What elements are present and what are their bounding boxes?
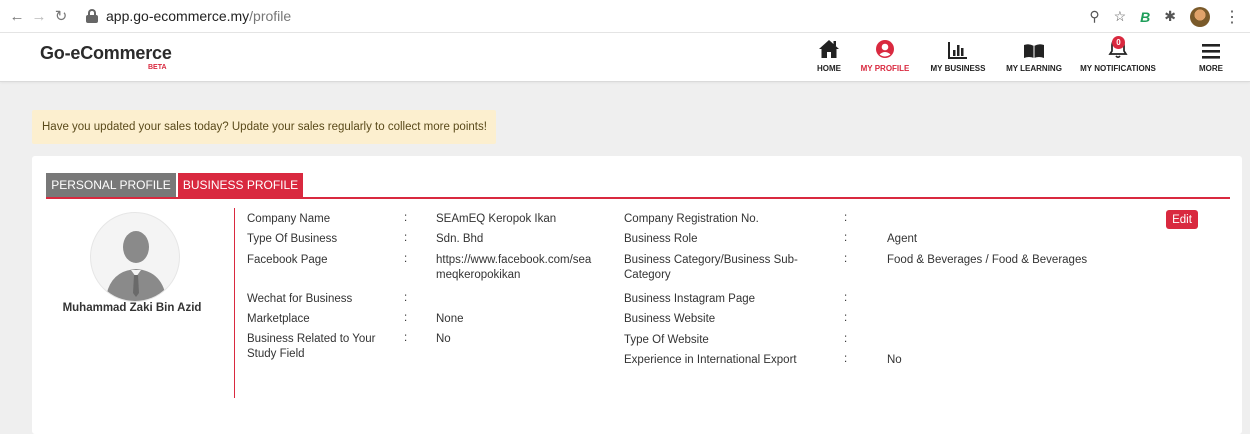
nav-my-profile-label: MY PROFILE — [860, 64, 910, 73]
study-field-value: No — [436, 333, 451, 345]
nav-home[interactable]: HOME — [813, 37, 845, 73]
extension-icon[interactable]: B — [1140, 9, 1150, 25]
business-website-label: Business Website — [624, 313, 716, 325]
person-silhouette-icon — [105, 231, 167, 301]
forward-arrow-icon[interactable]: → — [28, 8, 50, 25]
colon: : — [844, 253, 848, 265]
nav-more[interactable]: MORE — [1196, 37, 1226, 73]
zoom-icon[interactable]: ⚲ — [1089, 8, 1099, 25]
colon: : — [844, 312, 848, 324]
marketplace-value: None — [436, 313, 464, 325]
business-role-value: Agent — [887, 233, 918, 245]
user-name: Muhammad Zaki Bin Azid — [62, 302, 202, 314]
business-category-label: Business Category/Business Sub-Category — [624, 254, 798, 281]
facebook-page-link[interactable]: https://www.facebook.com/seameqkeropokik… — [436, 253, 596, 283]
browser-profile-avatar[interactable] — [1190, 6, 1210, 27]
colon: : — [404, 232, 408, 244]
puzzle-icon[interactable]: ✱ — [1164, 8, 1176, 25]
browser-toolbar: ← → ↻ app.go-ecommerce.my/profile ⚲ ☆ B … — [0, 0, 1250, 33]
site-logo[interactable]: Go-eCommerce — [40, 43, 172, 64]
hamburger-icon — [1196, 37, 1226, 59]
instagram-page-label: Business Instagram Page — [624, 293, 756, 305]
nav-my-profile[interactable]: MY PROFILE — [858, 37, 912, 73]
beta-badge: BETA — [148, 64, 167, 71]
nav-my-notifications[interactable]: 0 MY NOTIFICATIONS — [1078, 36, 1158, 73]
menu-kebab-icon[interactable]: ⋮ — [1224, 7, 1240, 27]
study-field-label: Business Related to Your Study Field — [247, 333, 376, 360]
nav-home-label: HOME — [817, 64, 841, 73]
edit-button[interactable]: Edit — [1166, 210, 1198, 229]
company-reg-label: Company Registration No. — [624, 213, 759, 225]
home-icon — [813, 37, 845, 59]
colon: : — [404, 292, 408, 304]
notification-badge: 0 — [1112, 36, 1125, 49]
bar-chart-icon — [928, 37, 988, 59]
section-divider — [234, 208, 235, 398]
colon: : — [404, 253, 408, 265]
colon: : — [844, 353, 848, 365]
nav-my-notifications-label: MY NOTIFICATIONS — [1080, 64, 1156, 73]
type-of-business-value: Sdn. Bhd — [436, 233, 484, 245]
tab-personal-profile[interactable]: PERSONAL PROFILE — [46, 173, 176, 197]
back-arrow-icon[interactable]: ← — [6, 8, 28, 25]
address-bar[interactable]: app.go-ecommerce.my/profile — [106, 8, 291, 24]
lock-icon — [86, 9, 98, 23]
colon: : — [844, 333, 848, 345]
export-experience-value: No — [887, 354, 902, 366]
company-name-value: SEAmEQ Keropok Ikan — [436, 213, 557, 225]
profile-tabs: PERSONAL PROFILE BUSINESS PROFILE — [46, 173, 1230, 199]
export-experience-label: Experience in International Export — [624, 354, 797, 366]
nav-my-learning-label: MY LEARNING — [1006, 64, 1062, 73]
nav-more-label: MORE — [1199, 64, 1223, 73]
company-name-label: Company Name — [247, 213, 331, 225]
tab-business-profile[interactable]: BUSINESS PROFILE — [178, 173, 303, 197]
url-host: app.go-ecommerce.my — [106, 8, 250, 24]
colon: : — [844, 212, 848, 224]
app-header: Go-eCommerce BETA HOME MY PROFILE MY BUS… — [0, 33, 1250, 82]
marketplace-label: Marketplace — [247, 313, 310, 325]
avatar — [90, 212, 180, 302]
colon: : — [404, 212, 408, 224]
nav-my-learning[interactable]: MY LEARNING — [1004, 37, 1064, 73]
sales-reminder-alert: Have you updated your sales today? Updat… — [32, 110, 496, 144]
book-icon — [1004, 37, 1064, 59]
business-role-label: Business Role — [624, 233, 698, 245]
wechat-label: Wechat for Business — [247, 293, 353, 305]
business-category-value: Food & Beverages / Food & Beverages — [887, 254, 1088, 266]
nav-my-business[interactable]: MY BUSINESS — [928, 37, 988, 73]
url-path: /profile — [249, 8, 292, 24]
user-circle-icon — [858, 37, 912, 59]
colon: : — [844, 232, 848, 244]
colon: : — [844, 292, 848, 304]
reload-icon[interactable]: ↻ — [50, 7, 72, 25]
star-icon[interactable]: ☆ — [1114, 8, 1127, 25]
nav-my-business-label: MY BUSINESS — [930, 64, 986, 73]
type-of-website-label: Type Of Website — [624, 334, 709, 346]
facebook-page-label: Facebook Page — [247, 254, 328, 266]
type-of-business-label: Type Of Business — [247, 233, 338, 245]
colon: : — [404, 332, 408, 344]
colon: : — [404, 312, 408, 324]
profile-card: PERSONAL PROFILE BUSINESS PROFILE Muhamm… — [32, 156, 1242, 434]
